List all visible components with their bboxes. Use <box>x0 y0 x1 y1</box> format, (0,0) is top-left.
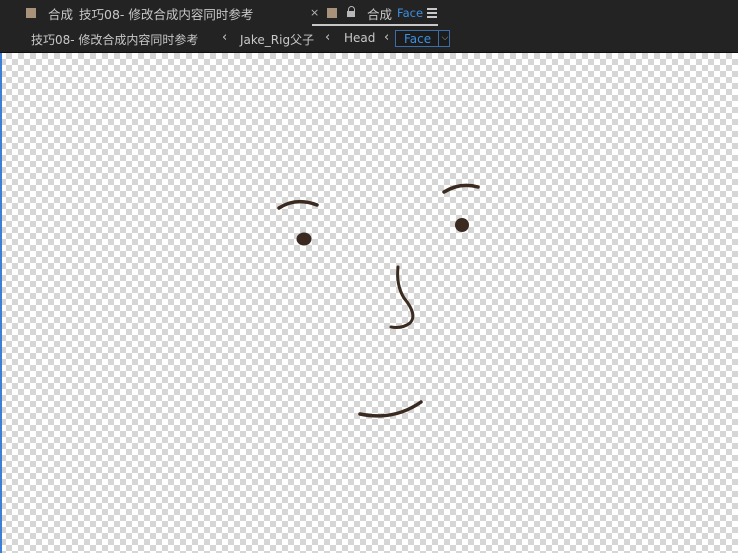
nose <box>389 265 415 329</box>
tab-prefix: 合成 <box>48 6 74 22</box>
breadcrumb-item[interactable]: 技巧08- 修改合成内容同时参考 <box>31 31 198 48</box>
current-comp-label: Face <box>404 32 432 46</box>
chevron-left-icon: ‹ <box>325 30 331 45</box>
tab-prefix: 合成 <box>367 6 393 22</box>
composition-tab-bar: 合成 技巧08- 修改合成内容同时参考 × 合成 Face <box>0 0 738 26</box>
right-eye <box>455 218 469 232</box>
face-artwork <box>277 183 480 418</box>
breadcrumb-item[interactable]: Head <box>344 31 375 45</box>
lock-icon[interactable] <box>346 6 356 18</box>
tab-face-comp[interactable] <box>327 0 337 26</box>
left-eyebrow <box>277 199 319 210</box>
viewer-focus-edge <box>0 53 2 553</box>
label-color-swatch <box>327 8 337 18</box>
breadcrumb: 技巧08- 修改合成内容同时参考 ‹ Jake_Rig父子 ‹ Head ‹ <box>0 26 738 53</box>
chevron-down-icon[interactable]: ⌵ <box>438 31 451 46</box>
tab-main-comp[interactable]: 合成 技巧08- 修改合成内容同时参考 <box>26 0 253 26</box>
tab-label: Face <box>397 6 424 20</box>
left-eye <box>296 232 312 246</box>
breadcrumb-current-select[interactable]: Face ⌵ <box>395 30 450 47</box>
chevron-left-icon: ‹ <box>384 30 390 45</box>
tab-label: 技巧08- 修改合成内容同时参考 <box>79 6 254 22</box>
tab-face-label[interactable]: 合成 Face <box>367 0 423 26</box>
label-color-swatch <box>26 8 36 18</box>
breadcrumb-item[interactable]: Jake_Rig父子 <box>240 31 314 48</box>
close-icon[interactable]: × <box>310 6 319 19</box>
composition-viewer[interactable] <box>0 53 738 553</box>
mouth <box>358 400 423 418</box>
chevron-left-icon: ‹ <box>222 30 228 45</box>
right-eyebrow <box>442 183 480 194</box>
panel-menu-icon[interactable] <box>427 8 437 18</box>
